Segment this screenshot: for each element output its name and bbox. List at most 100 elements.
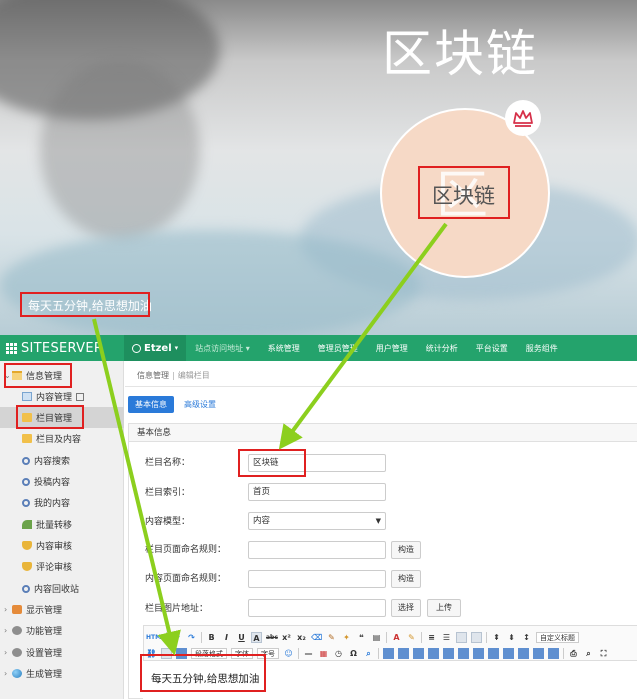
background-color-icon[interactable]: ✎ xyxy=(406,632,417,643)
sidebar-item-recycle[interactable]: 内容回收站 xyxy=(0,578,124,599)
font-size-dropdown[interactable]: 字号 xyxy=(257,647,279,659)
ordered-list-icon[interactable]: ≡ xyxy=(426,632,437,643)
tab-advanced[interactable]: 高级设置 xyxy=(177,396,223,413)
link-icon[interactable]: ⛓ xyxy=(146,648,157,659)
insert-row-icon[interactable] xyxy=(413,647,424,659)
folder-icon xyxy=(22,434,32,443)
merge-right-icon[interactable] xyxy=(488,647,499,659)
sidebar-item-my-content[interactable]: 我的内容 xyxy=(0,492,124,513)
split-rows-icon[interactable] xyxy=(533,647,544,659)
delete-col-icon[interactable] xyxy=(458,647,469,659)
select-all-icon[interactable] xyxy=(456,631,467,643)
font-family-dropdown[interactable]: 字体 xyxy=(231,647,253,659)
sidebar-group-settings[interactable]: › 设置管理 xyxy=(0,642,124,663)
sidebar-item-channels[interactable]: 栏目管理 xyxy=(0,407,124,428)
print-icon[interactable]: ⎙ xyxy=(568,648,579,659)
upload-button[interactable]: 上传 xyxy=(427,599,461,617)
fullscreen-icon[interactable]: ⛶ xyxy=(598,648,609,659)
caret-right-icon: › xyxy=(4,605,8,614)
sidebar-item-batch-move[interactable]: 批量转移 xyxy=(0,514,124,535)
bold-icon[interactable]: B xyxy=(206,632,217,643)
copy-icon[interactable] xyxy=(76,392,85,401)
delete-row-icon[interactable] xyxy=(428,647,439,659)
emotion-icon[interactable]: ☺ xyxy=(283,648,294,659)
clear-doc-icon[interactable] xyxy=(471,631,482,643)
auto-format-icon[interactable]: ✦ xyxy=(341,632,352,643)
insert-col-icon[interactable] xyxy=(443,647,454,659)
paragraph-icon[interactable] xyxy=(176,647,187,659)
format-brush-icon[interactable]: ✎ xyxy=(326,632,337,643)
logo[interactable]: SITESERVER xyxy=(0,341,124,356)
content-rule-input[interactable] xyxy=(248,570,386,588)
logo-text: SITESERVER xyxy=(21,340,104,356)
merge-down-icon[interactable] xyxy=(503,647,514,659)
undo-icon[interactable]: ↶ xyxy=(171,632,182,643)
date-icon[interactable]: ▦ xyxy=(318,648,329,659)
image-icon[interactable] xyxy=(161,647,172,659)
row-spacing-bottom-icon[interactable]: ⇟ xyxy=(506,632,517,643)
special-chars-icon[interactable]: Ω xyxy=(348,648,359,659)
content-model-select[interactable]: 内容 ▼ xyxy=(248,512,386,530)
paragraph-format-dropdown[interactable]: 段落格式 xyxy=(191,647,227,659)
unordered-list-icon[interactable]: ☰ xyxy=(441,632,452,643)
sidebar-item-comments[interactable]: 评论审核 xyxy=(0,556,124,577)
toolbar-separator xyxy=(166,631,167,643)
sidebar-root-info[interactable]: ⌄ 信息管理 xyxy=(0,365,124,386)
search-replace-icon[interactable]: ⌕ xyxy=(363,648,374,659)
channel-name-input[interactable]: 区块链 xyxy=(248,454,386,472)
underline-icon[interactable]: U xyxy=(236,632,247,643)
sidebar-item-review[interactable]: 内容审核 xyxy=(0,535,124,556)
italic-icon[interactable]: I xyxy=(221,632,232,643)
sidebar-group-generate[interactable]: › 生成管理 xyxy=(0,663,124,684)
nav-system[interactable]: 系统管理 xyxy=(259,343,309,354)
breadcrumb-item[interactable]: 信息管理 xyxy=(137,371,169,380)
nav-site-url[interactable]: 站点访问地址 ▾ xyxy=(186,343,259,354)
sidebar-group-features[interactable]: › 功能管理 xyxy=(0,620,124,641)
font-border-icon[interactable]: A xyxy=(251,631,262,643)
superscript-icon[interactable]: x² xyxy=(281,632,292,643)
horizontal-rule-icon[interactable]: — xyxy=(303,648,314,659)
sidebar-group-display[interactable]: › 显示管理 xyxy=(0,599,124,620)
caret-right-icon: › xyxy=(4,648,8,657)
editor-text[interactable]: 每天五分钟,给思想加油 xyxy=(151,671,259,686)
redo-icon[interactable]: ↷ xyxy=(186,632,197,643)
line-height-icon[interactable]: ↕ xyxy=(521,632,532,643)
format-clear-icon[interactable]: ⌫ xyxy=(311,632,322,643)
sidebar-item-label: 显示管理 xyxy=(26,606,63,616)
nav-users[interactable]: 用户管理 xyxy=(367,343,417,354)
nav-stats[interactable]: 统计分析 xyxy=(417,343,467,354)
caret-down-icon: ⌄ xyxy=(4,371,11,380)
pasteplain-icon[interactable]: ▤ xyxy=(371,632,382,643)
time-icon[interactable]: ◷ xyxy=(333,648,344,659)
page-rule-input[interactable] xyxy=(248,541,386,559)
construct-page-rule-button[interactable]: 构造 xyxy=(391,541,421,559)
sidebar-item-channels-content[interactable]: 栏目及内容 xyxy=(0,428,124,449)
html-source-button[interactable]: HTML xyxy=(146,632,165,643)
nav-admins[interactable]: 管理员管理 xyxy=(309,343,367,354)
insert-table-icon[interactable] xyxy=(383,647,394,659)
strikethrough-icon[interactable]: abc xyxy=(266,632,278,643)
sidebar-item-content[interactable]: 内容管理 xyxy=(0,386,124,407)
blockquote-icon[interactable]: ❝ xyxy=(356,632,367,643)
choose-button[interactable]: 选择 xyxy=(391,599,421,617)
merge-cells-icon[interactable] xyxy=(473,647,484,659)
split-cells-icon[interactable] xyxy=(518,647,529,659)
sidebar-item-search[interactable]: 内容搜索 xyxy=(0,450,124,471)
preview-icon[interactable]: ⌕ xyxy=(583,648,594,659)
site-switcher[interactable]: Etzel ▾ xyxy=(124,335,187,361)
content-rule-label: 内容页面命名规则： xyxy=(145,574,227,584)
font-color-icon[interactable]: A xyxy=(391,632,402,643)
image-url-input[interactable] xyxy=(248,599,386,617)
custom-title-dropdown[interactable]: 自定义标题 xyxy=(536,631,579,643)
row-spacing-top-icon[interactable]: ⇞ xyxy=(491,632,502,643)
sidebar-item-submissions[interactable]: 投稿内容 xyxy=(0,471,124,492)
delete-table-icon[interactable] xyxy=(398,647,409,659)
construct-content-rule-button[interactable]: 构造 xyxy=(391,570,421,588)
nav-services[interactable]: 服务组件 xyxy=(517,343,567,354)
split-cols-icon[interactable] xyxy=(548,647,559,659)
nav-platform[interactable]: 平台设置 xyxy=(467,343,517,354)
tab-basic-info[interactable]: 基本信息 xyxy=(128,396,174,413)
subscript-icon[interactable]: x₂ xyxy=(296,632,307,643)
sidebar-item-label: 内容审核 xyxy=(36,542,73,552)
channel-index-input[interactable]: 首页 xyxy=(248,483,386,501)
